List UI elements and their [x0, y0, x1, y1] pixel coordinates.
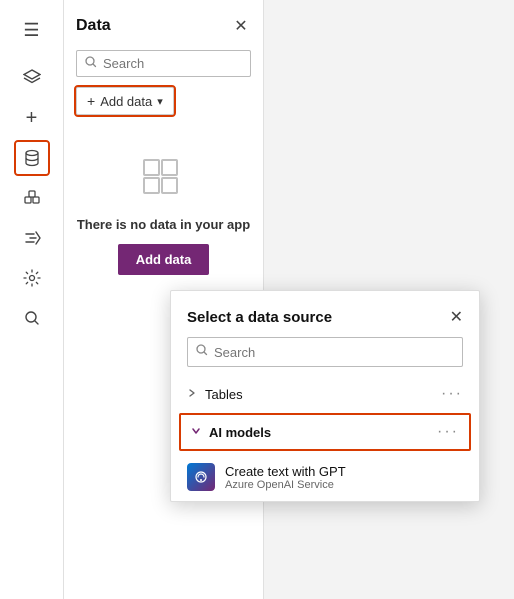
- sidebar-hamburger-icon[interactable]: ☰: [14, 12, 50, 48]
- sidebar: ☰ +: [0, 0, 64, 599]
- add-data-top-button[interactable]: + Add data ▾: [76, 87, 174, 115]
- add-data-top-label: Add data: [100, 94, 152, 109]
- ds-ai-models-left: AI models: [191, 425, 271, 440]
- data-search-input[interactable]: [103, 56, 242, 71]
- chevron-right-icon: [187, 388, 197, 401]
- ds-tables-label: Tables: [205, 387, 243, 402]
- ds-gpt-desc: Azure OpenAI Service: [225, 479, 346, 491]
- database-icon: [23, 149, 41, 167]
- ds-gpt-name: Create text with GPT: [225, 464, 346, 479]
- ds-ai-models-item-wrapper: AI models ···: [179, 413, 471, 451]
- sidebar-item-add[interactable]: +: [14, 100, 50, 136]
- ds-tables-left: Tables: [187, 387, 243, 402]
- layers-icon: [23, 69, 41, 87]
- chevron-down-icon: ▾: [157, 95, 163, 108]
- ds-gpt-text: Create text with GPT Azure OpenAI Servic…: [225, 464, 346, 491]
- add-data-main-button[interactable]: Add data: [118, 244, 210, 275]
- ds-tables-more-icon[interactable]: ···: [441, 385, 463, 403]
- ds-close-button[interactable]: ✕: [450, 307, 463, 327]
- sidebar-item-layers[interactable]: [14, 60, 50, 96]
- ds-search-input[interactable]: [214, 345, 454, 360]
- sidebar-item-database[interactable]: [14, 140, 50, 176]
- component-icon: [23, 189, 41, 207]
- plus-icon: +: [26, 107, 38, 130]
- sidebar-item-search[interactable]: [14, 300, 50, 336]
- hamburger-icon: ☰: [23, 20, 39, 41]
- data-panel-title: Data: [76, 17, 111, 35]
- ds-modal-title: Select a data source: [187, 309, 332, 326]
- empty-state-text: There is no data in your app: [77, 217, 250, 232]
- ds-ai-models-label: AI models: [209, 425, 271, 440]
- search-sidebar-icon: [23, 309, 41, 327]
- search-icon: [85, 56, 97, 71]
- plus-add-icon: +: [87, 93, 95, 109]
- settings-icon: [23, 269, 41, 287]
- ds-tables-item[interactable]: Tables ···: [171, 377, 479, 411]
- ds-header: Select a data source ✕: [171, 307, 479, 337]
- data-panel-close-button[interactable]: ✕: [231, 16, 251, 36]
- ds-search-box[interactable]: [187, 337, 463, 367]
- grid-icon: [139, 155, 189, 205]
- sidebar-item-component[interactable]: [14, 180, 50, 216]
- ds-gpt-item[interactable]: Create text with GPT Azure OpenAI Servic…: [171, 453, 479, 501]
- stream-icon: [23, 229, 41, 247]
- ds-ai-models-item[interactable]: AI models ···: [181, 415, 469, 449]
- ds-search-icon: [196, 343, 208, 361]
- data-source-modal: Select a data source ✕ Tables ···: [170, 290, 480, 502]
- sidebar-item-settings[interactable]: [14, 260, 50, 296]
- chevron-down-icon: [191, 426, 201, 439]
- ds-ai-models-more-icon[interactable]: ···: [437, 423, 459, 441]
- empty-state: There is no data in your app Add data: [76, 155, 251, 275]
- ds-gpt-icon: [187, 463, 215, 491]
- data-search-box[interactable]: [76, 50, 251, 77]
- data-panel-header: Data ✕: [76, 16, 251, 36]
- sidebar-item-stream[interactable]: [14, 220, 50, 256]
